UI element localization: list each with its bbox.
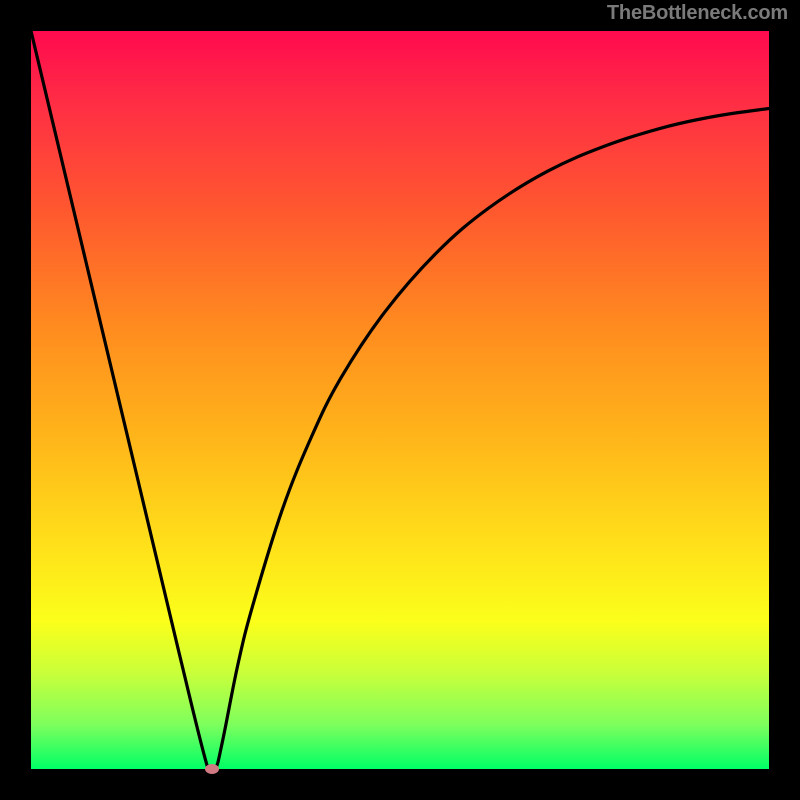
curve-svg (31, 31, 769, 769)
bottleneck-curve (31, 31, 769, 780)
plot-area (31, 31, 769, 769)
chart-frame: TheBottleneck.com (0, 0, 800, 800)
optimum-marker (205, 764, 219, 774)
attribution-label: TheBottleneck.com (607, 2, 788, 25)
